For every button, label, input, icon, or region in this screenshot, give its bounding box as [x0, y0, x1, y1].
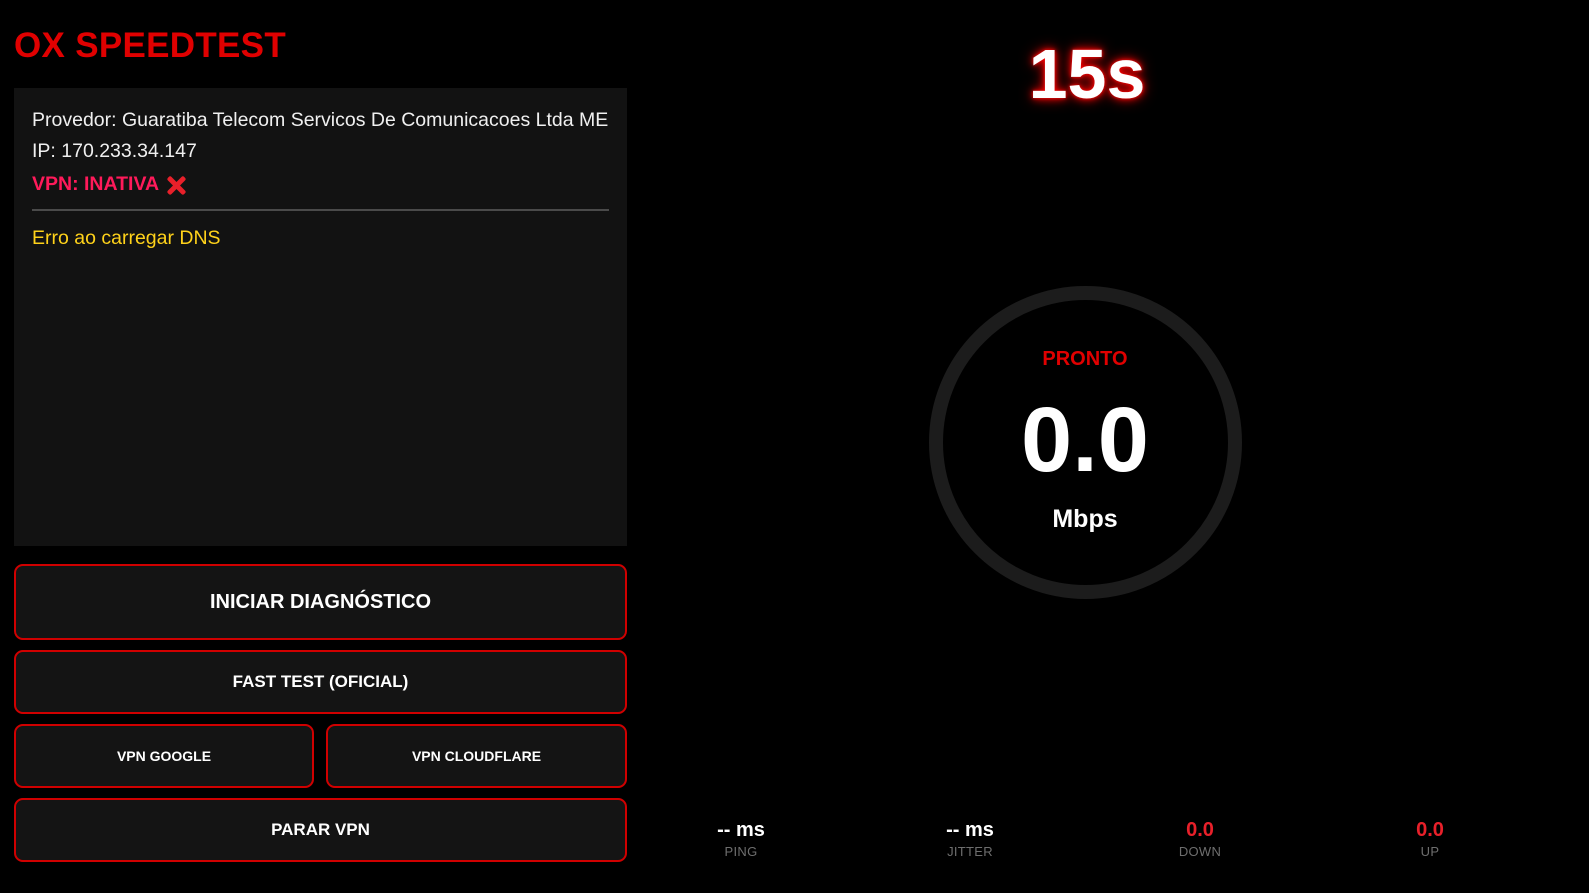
gauge-status: PRONTO: [1042, 348, 1128, 370]
vpn-cloudflare-button[interactable]: VPN CLOUDFLARE: [326, 724, 627, 788]
ping-label: PING: [724, 844, 758, 859]
dns-error-message: Erro ao carregar DNS: [32, 227, 221, 249]
app-title: OX SPEEDTEST: [14, 26, 286, 65]
vpn-status: VPN: INATIVA: [32, 173, 609, 196]
vpn-google-button[interactable]: VPN GOOGLE: [14, 724, 314, 788]
upload-stat: 0.0 UP: [1350, 818, 1510, 859]
speedtest-app: OX SPEEDTEST Provedor: Guaratiba Telecom…: [0, 0, 1589, 893]
cross-mark-icon: [165, 174, 187, 196]
jitter-stat: -- ms JITTER: [890, 818, 1050, 859]
provider-text: Provedor: Guaratiba Telecom Servicos De …: [32, 109, 609, 131]
connection-info-panel: Provedor: Guaratiba Telecom Servicos De …: [14, 88, 627, 546]
start-diagnostic-button[interactable]: INICIAR DIAGNÓSTICO: [14, 564, 627, 640]
divider: [32, 209, 609, 211]
download-value: 0.0: [1186, 819, 1214, 841]
ping-stat: -- ms PING: [661, 818, 821, 859]
countdown-timer: 15s: [1028, 35, 1146, 113]
fast-test-button[interactable]: FAST TEST (OFICIAL): [14, 650, 627, 714]
speed-unit: Mbps: [1052, 505, 1118, 533]
jitter-value: -- ms: [946, 819, 994, 841]
ping-value: -- ms: [717, 819, 765, 841]
jitter-label: JITTER: [947, 844, 993, 859]
upload-value: 0.0: [1416, 819, 1444, 841]
download-label: DOWN: [1178, 844, 1222, 859]
download-stat: 0.0 DOWN: [1120, 818, 1280, 859]
speed-value: 0.0: [1021, 389, 1149, 491]
ip-address-text: IP: 170.233.34.147: [32, 140, 197, 162]
stop-vpn-button[interactable]: PARAR VPN: [14, 798, 627, 862]
vpn-status-text: VPN: INATIVA: [32, 173, 160, 195]
upload-label: UP: [1420, 844, 1440, 859]
